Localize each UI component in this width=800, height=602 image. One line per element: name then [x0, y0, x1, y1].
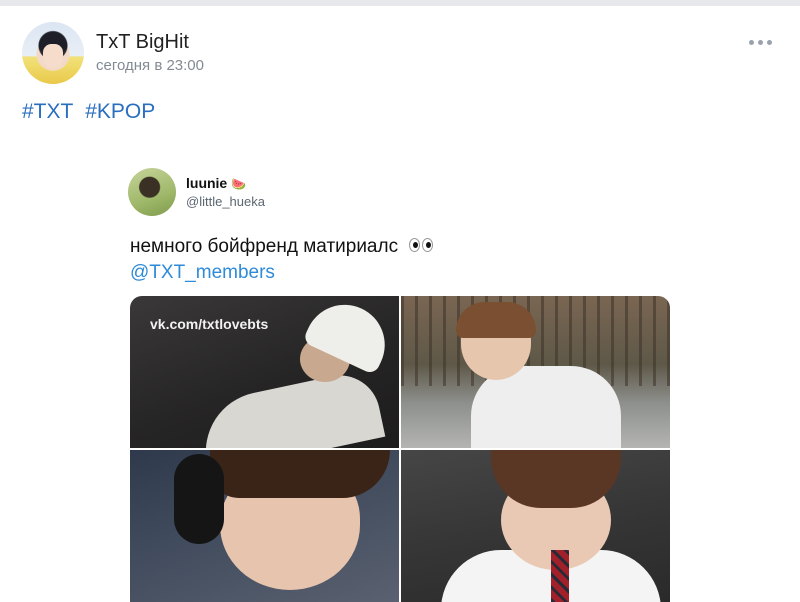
- headphones-shape: [174, 454, 224, 544]
- avatar-face: [43, 44, 63, 68]
- watermark-text: vk.com/txtlovebts: [150, 316, 269, 332]
- dot: [767, 39, 772, 45]
- photo-4: [401, 450, 670, 602]
- eyes-icon: [409, 236, 435, 258]
- photo-1: vk.com/txtlovebts: [130, 296, 399, 448]
- figure-tie: [551, 550, 569, 602]
- tweet-text: немного бойфренд матириалс: [130, 236, 435, 258]
- figure-hair: [210, 450, 390, 498]
- more-dots-icon[interactable]: [749, 37, 773, 47]
- hashtag-link[interactable]: #TXT: [22, 100, 73, 123]
- top-bar: [0, 0, 800, 6]
- tweet-author: luunie 🍉: [186, 175, 246, 191]
- tweet-author-name: luunie: [186, 175, 228, 191]
- author-avatar[interactable]: [22, 22, 84, 84]
- tweet-handle: @little_hueka: [186, 194, 265, 209]
- figure-hair: [456, 302, 536, 338]
- photo-2: [401, 296, 670, 448]
- hashtag-link[interactable]: #KPOP: [85, 100, 155, 123]
- photo-grid: vk.com/txtlovebts: [130, 296, 670, 602]
- post-time[interactable]: сегодня в 23:00: [96, 57, 204, 74]
- tweet-avatar: [128, 168, 176, 216]
- post-tags: #TXT #KPOP: [22, 100, 161, 124]
- tweet-text-body: немного бойфренд матириалс: [130, 236, 399, 258]
- author-name[interactable]: TxT BigHit: [96, 31, 189, 54]
- dot: [758, 39, 763, 45]
- tweet-mention: @TXT_members: [130, 262, 275, 283]
- dot: [749, 39, 754, 45]
- embedded-tweet-image[interactable]: luunie 🍉 @little_hueka немного бойфренд м…: [118, 160, 688, 602]
- watermelon-icon: 🍉: [231, 177, 247, 191]
- figure-jacket: [194, 368, 386, 448]
- photo-3: [130, 450, 399, 602]
